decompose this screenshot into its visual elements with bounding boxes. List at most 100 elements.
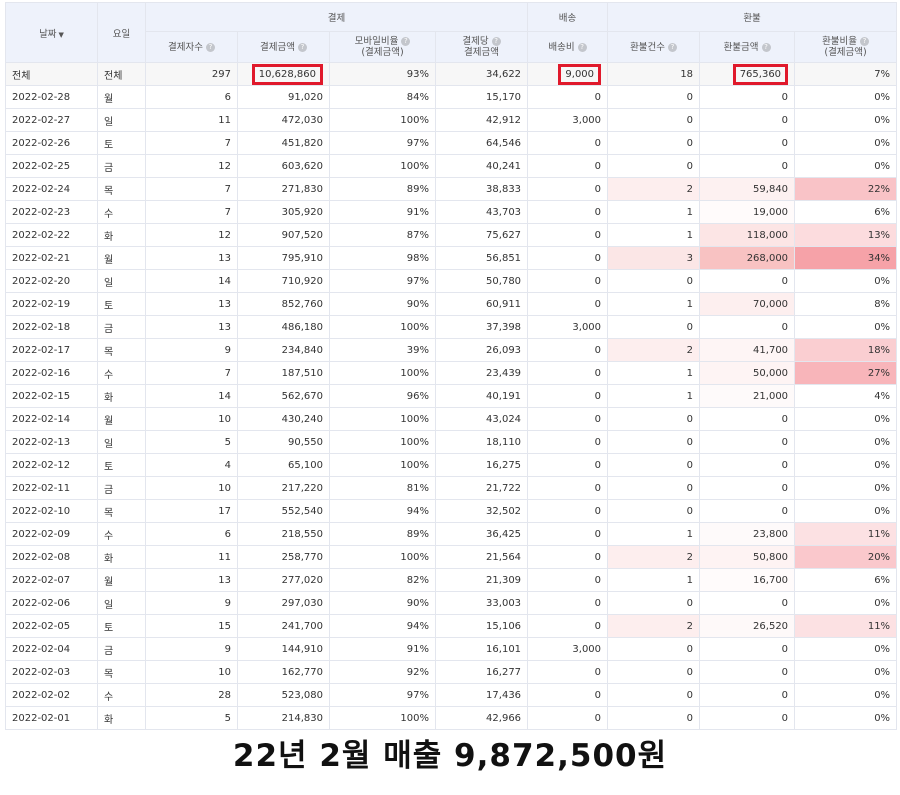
cell-shipping: 3,000: [527, 108, 609, 132]
cell-weekday: 토: [97, 614, 146, 638]
cell-refund-amount: 50,800: [699, 545, 796, 569]
help-icon[interactable]: ?: [860, 37, 870, 46]
cell-amount: 552,540: [237, 499, 330, 523]
cell-mobile: 81%: [329, 476, 436, 500]
total-refund-amount-cell: 765,360: [699, 62, 796, 86]
cell-mobile: 100%: [329, 407, 436, 431]
cell-refund-ratio: 0%: [794, 269, 898, 293]
cell-per-payer: 16,275: [434, 453, 529, 477]
cell-refund-amount: 59,840: [699, 177, 796, 201]
cell-weekday: 월: [97, 85, 146, 109]
table-row: 2022-02-01 화 5 214,830 100% 42,966 0 0 0 0%: [5, 706, 898, 730]
cell-payers: 10: [145, 476, 238, 500]
cell-refund-ratio: 0%: [794, 315, 898, 339]
cell-date: 2022-02-01: [5, 706, 98, 730]
cell-weekday: 토: [97, 453, 146, 477]
cell-date: 2022-02-09: [5, 522, 98, 546]
cell-mobile: 91%: [329, 200, 436, 224]
cell-weekday: 일: [97, 430, 146, 454]
cell-per-payer: 64,546: [434, 131, 529, 155]
total-date: 전체: [5, 62, 98, 86]
cell-refund-count: 0: [607, 315, 701, 339]
table-row: 2022-02-24 목 7 271,830 89% 38,833 0 2 59,840 22%: [5, 177, 898, 201]
cell-payers: 10: [145, 407, 238, 431]
group-header-payment: 결제: [144, 2, 529, 32]
help-icon[interactable]: ?: [761, 42, 771, 52]
cell-amount: 162,770: [237, 660, 330, 684]
cell-shipping: 0: [527, 683, 609, 707]
cell-mobile: 98%: [329, 246, 436, 270]
cell-payers: 14: [145, 384, 238, 408]
cell-per-payer: 36,425: [434, 522, 529, 546]
cell-weekday: 수: [97, 361, 146, 385]
cell-shipping: 0: [527, 706, 609, 730]
cell-date: 2022-02-22: [5, 223, 98, 247]
cell-mobile: 89%: [329, 522, 436, 546]
help-icon[interactable]: ?: [401, 37, 411, 46]
cell-refund-count: 0: [607, 131, 701, 155]
cell-date: 2022-02-16: [5, 361, 98, 385]
date-header[interactable]: 날짜 ▼: [5, 2, 98, 63]
cell-payers: 9: [145, 637, 238, 661]
cell-refund-ratio: 0%: [794, 453, 898, 477]
help-icon[interactable]: ?: [577, 42, 587, 52]
cell-weekday: 금: [97, 315, 146, 339]
cell-refund-amount: 0: [699, 660, 796, 684]
cell-refund-amount: 23,800: [699, 522, 796, 546]
help-icon[interactable]: ?: [205, 42, 215, 52]
cell-refund-ratio: 20%: [794, 545, 898, 569]
cell-payers: 6: [145, 85, 238, 109]
cell-mobile: 100%: [329, 108, 436, 132]
cell-refund-amount: 0: [699, 131, 796, 155]
cell-refund-ratio: 0%: [794, 108, 898, 132]
cell-weekday: 금: [97, 154, 146, 178]
cell-refund-amount: 41,700: [699, 338, 796, 362]
total-mobile: 93%: [329, 62, 436, 86]
cell-weekday: 금: [97, 476, 146, 500]
help-icon[interactable]: ?: [491, 37, 501, 46]
cell-refund-amount: 0: [699, 407, 796, 431]
total-row: 전체 전체 297 10,628,860 93% 34,622 9,000 18…: [5, 62, 898, 86]
cell-refund-amount: 70,000: [699, 292, 796, 316]
table-row: 2022-02-28 월 6 91,020 84% 15,170 0 0 0 0%: [5, 85, 898, 109]
cell-per-payer: 15,170: [434, 85, 529, 109]
cell-weekday: 토: [97, 292, 146, 316]
cell-refund-amount: 0: [699, 85, 796, 109]
help-icon[interactable]: ?: [297, 42, 307, 52]
cell-refund-count: 1: [607, 522, 701, 546]
group-header-shipping: 배송: [527, 2, 609, 32]
cell-weekday: 화: [97, 223, 146, 247]
table-row: 2022-02-06 일 9 297,030 90% 33,003 0 0 0 0%: [5, 591, 898, 615]
cell-refund-ratio: 0%: [794, 499, 898, 523]
cell-date: 2022-02-18: [5, 315, 98, 339]
cell-per-payer: 37,398: [434, 315, 529, 339]
cell-amount: 65,100: [237, 453, 330, 477]
cell-payers: 17: [145, 499, 238, 523]
cell-weekday: 월: [97, 568, 146, 592]
table-row: 2022-02-15 화 14 562,670 96% 40,191 0 1 21,000 4%: [5, 384, 898, 408]
cell-refund-count: 1: [607, 568, 701, 592]
mobile-ratio-header: 모바일비율? (결제금액): [329, 31, 436, 63]
sort-caret-icon[interactable]: ▼: [59, 31, 64, 39]
cell-per-payer: 33,003: [434, 591, 529, 615]
cell-shipping: 0: [527, 361, 609, 385]
cell-mobile: 100%: [329, 706, 436, 730]
total-refund-count: 18: [607, 62, 701, 86]
cell-mobile: 82%: [329, 568, 436, 592]
cell-payers: 5: [145, 706, 238, 730]
cell-payers: 14: [145, 269, 238, 293]
highlighted-total-shipping: 9,000: [558, 63, 602, 85]
cell-payers: 7: [145, 361, 238, 385]
cell-date: 2022-02-24: [5, 177, 98, 201]
cell-per-payer: 16,277: [434, 660, 529, 684]
cell-refund-count: 1: [607, 200, 701, 224]
cell-date: 2022-02-07: [5, 568, 98, 592]
cell-refund-amount: 21,000: [699, 384, 796, 408]
cell-refund-count: 2: [607, 338, 701, 362]
cell-mobile: 100%: [329, 545, 436, 569]
cell-payers: 6: [145, 522, 238, 546]
table-row: 2022-02-19 토 13 852,760 90% 60,911 0 1 70,000 8%: [5, 292, 898, 316]
daily-sales-table: 날짜 ▼ 요일 결제 배송 환불 결제자수? 결제금액? 모바일비율? (결제금액)…: [5, 2, 898, 730]
help-icon[interactable]: ?: [668, 42, 678, 52]
cell-refund-ratio: 4%: [794, 384, 898, 408]
